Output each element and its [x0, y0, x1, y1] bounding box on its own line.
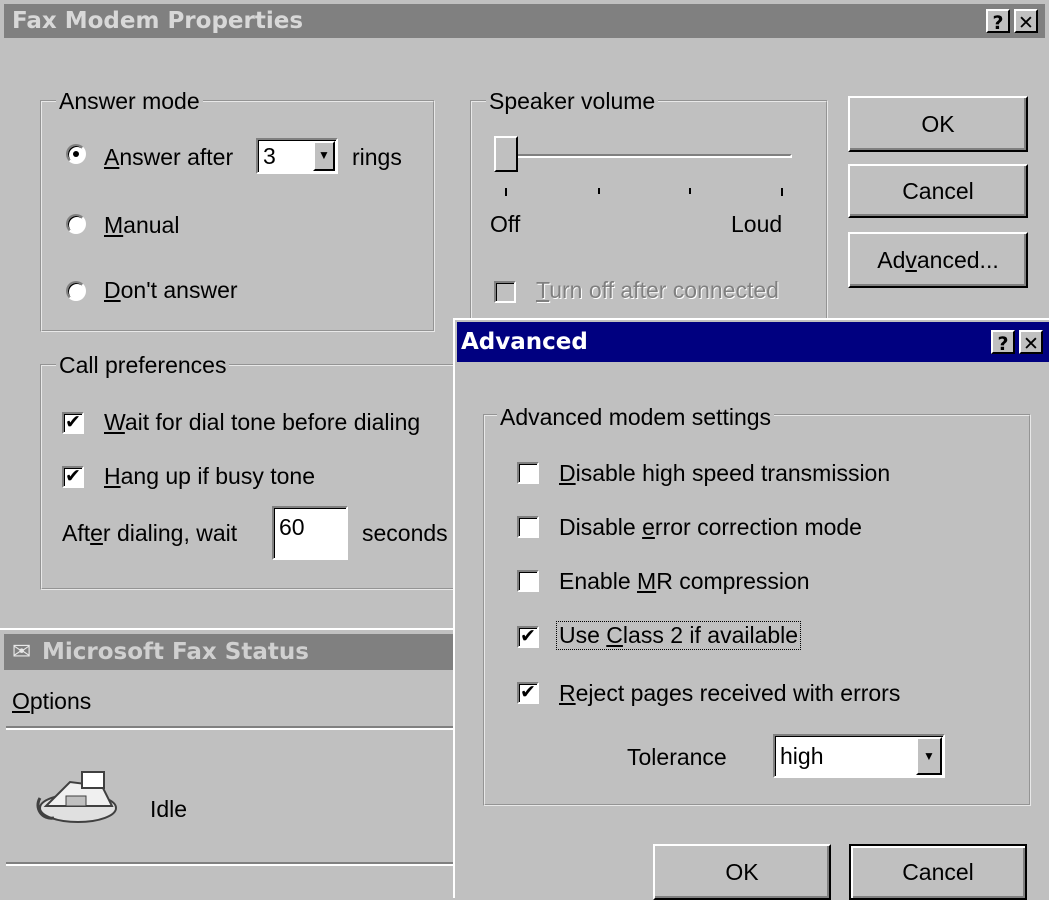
tolerance-dropdown[interactable]: high ▼ [773, 734, 945, 778]
rings-dropdown[interactable]: 3 ▼ [256, 138, 338, 174]
close-icon[interactable]: ✕ [1014, 9, 1038, 34]
seconds-label: seconds [362, 520, 448, 546]
volume-tick [598, 188, 600, 194]
answer-mode-label: Answer mode [56, 88, 203, 115]
use-class-2-label[interactable]: Use Class 2 if available [555, 621, 802, 650]
wait-dial-tone-checkbox[interactable]: ✔ [62, 412, 84, 434]
window-title: Fax Modem Properties [12, 8, 304, 34]
rings-label: rings [352, 144, 402, 170]
after-dialing-label: After dialing, wait [62, 520, 238, 546]
volume-loud-label: Loud [731, 211, 783, 237]
advanced-button[interactable]: Ad v anced... [848, 232, 1028, 288]
fax-modem-title-bar[interactable]: Fax Modem Properties ? ✕ [4, 4, 1045, 38]
fax-status-title: ✉ Microsoft Fax Status [12, 639, 309, 665]
disable-error-correction-checkbox[interactable] [517, 516, 539, 538]
speaker-volume-label: Speaker volume [486, 88, 659, 115]
menu-options[interactable]: Options [12, 688, 91, 715]
tolerance-label: Tolerance [627, 744, 727, 770]
volume-tick [689, 188, 691, 194]
chevron-down-icon[interactable]: ▼ [916, 737, 942, 775]
reject-pages-label[interactable]: Reject pages received with errors [559, 680, 900, 707]
fax-device-icon [36, 768, 120, 826]
dont-answer-label[interactable]: Don't answer [104, 277, 238, 304]
turn-off-after-connected-label[interactable]: Turn off after connected [536, 277, 779, 304]
help-icon[interactable]: ? [991, 330, 1015, 355]
status-bar-divider [6, 862, 456, 866]
hang-up-busy-checkbox[interactable]: ✔ [62, 466, 84, 488]
advanced-modem-settings-label: Advanced modem settings [497, 404, 775, 431]
close-icon[interactable]: ✕ [1019, 330, 1043, 355]
advanced-title-bar[interactable]: Advanced ? ✕ [457, 322, 1049, 362]
advanced-title: Advanced [461, 329, 588, 355]
menu-divider [6, 726, 456, 730]
use-class-2-checkbox[interactable]: ✔ [517, 626, 539, 648]
fax-status-title-bar[interactable]: ✉ Microsoft Fax Status [4, 634, 456, 670]
dont-answer-radio[interactable] [66, 281, 86, 301]
call-preferences-label: Call preferences [56, 352, 230, 379]
rings-value: 3 [263, 142, 276, 169]
answer-after-label[interactable]: Answer after [104, 144, 233, 171]
turn-off-after-connected-checkbox[interactable] [494, 281, 516, 303]
advanced-dialog: Advanced ? ✕ Advanced modem settings Dis… [453, 318, 1049, 900]
chevron-down-icon[interactable]: ▼ [313, 141, 335, 171]
disable-high-speed-checkbox[interactable] [517, 462, 539, 484]
fax-machine-icon: ✉ [12, 639, 32, 665]
tolerance-value: high [780, 742, 824, 769]
volume-tick [505, 188, 507, 196]
ok-button[interactable]: OK [848, 96, 1028, 152]
enable-mr-compression-label[interactable]: Enable MR compression [559, 568, 810, 595]
disable-error-correction-label[interactable]: Disable error correction mode [559, 514, 862, 541]
radio-dot-icon [73, 151, 79, 157]
volume-slider-thumb[interactable] [494, 136, 518, 172]
hang-up-busy-label[interactable]: Hang up if busy tone [104, 463, 315, 490]
manual-radio[interactable] [66, 214, 86, 234]
cancel-button[interactable]: Cancel [848, 164, 1028, 218]
volume-off-label: Off [490, 211, 521, 237]
answer-after-radio[interactable] [66, 144, 86, 164]
fax-status-text: Idle [150, 796, 188, 822]
manual-label[interactable]: Manual [104, 212, 179, 239]
disable-high-speed-label[interactable]: Disable high speed transmission [559, 460, 890, 487]
fax-status-window: ✉ Microsoft Fax Status Options Idle [0, 628, 460, 892]
enable-mr-compression-checkbox[interactable] [517, 570, 539, 592]
volume-tick [781, 188, 783, 196]
seconds-input[interactable]: 60 [272, 506, 348, 560]
volume-slider-track[interactable] [500, 154, 792, 158]
help-icon[interactable]: ? [986, 9, 1010, 34]
wait-dial-tone-label[interactable]: Wait for dial tone before dialing [104, 409, 420, 436]
reject-pages-checkbox[interactable]: ✔ [517, 682, 539, 704]
